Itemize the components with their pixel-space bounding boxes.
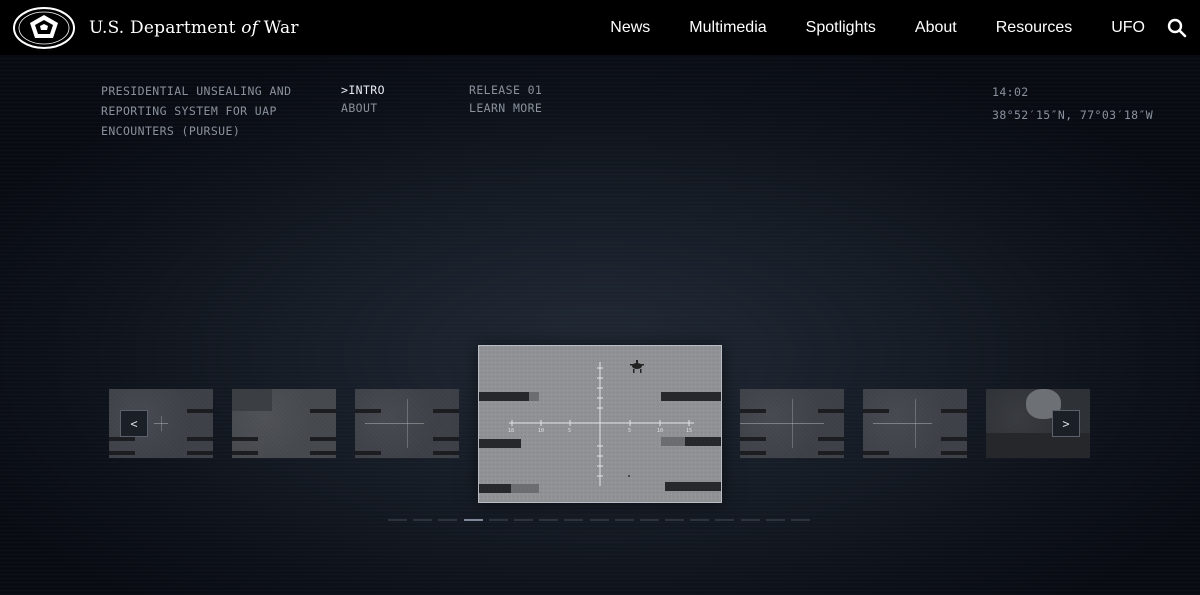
targeting-reticle: 18 10 5 5 10 15 [479,346,721,502]
reticle-label: 5 [568,428,571,434]
hero-menu-secondary: RELEASE 01 LEARN MORE [469,81,542,117]
carousel-dot[interactable] [513,519,533,521]
carousel-dot[interactable] [690,519,710,521]
carousel-dot[interactable] [715,519,735,521]
menu-about-link[interactable]: ABOUT [341,99,385,117]
menu-intro-link[interactable]: >INTRO [341,81,385,99]
nav-multimedia[interactable]: Multimedia [689,19,766,37]
carousel-dot[interactable] [740,519,760,521]
reticle-label: 18 [508,428,514,434]
carousel-dot[interactable] [388,519,407,521]
menu-release-link[interactable]: RELEASE 01 [469,81,542,99]
carousel-dot[interactable] [539,519,559,521]
carousel-dot[interactable] [791,519,810,521]
geo-coordinates: 38°52′15″N, 77°03′18″W [992,108,1154,122]
menu-learn-more-link[interactable]: LEARN MORE [469,99,542,117]
carousel-thumbnail[interactable] [232,389,336,458]
carousel-thumbnail[interactable] [740,389,844,458]
site-title: U.S. Department of War [89,17,299,38]
carousel-dot[interactable] [589,519,609,521]
hero-menu-primary: >INTRO ABOUT [341,81,385,117]
carousel-dot[interactable] [614,519,634,521]
carousel-dot[interactable] [488,519,508,521]
carousel-dot[interactable] [463,519,483,521]
carousel-featured-slide[interactable]: 18 10 5 5 10 15 [478,345,722,503]
nav-spotlights[interactable]: Spotlights [806,19,876,37]
clock-coordinates: 14:02 38°52′15″N, 77°03′18″W [992,81,1153,127]
nav-resources[interactable]: Resources [996,19,1072,37]
carousel-thumbnail[interactable] [355,389,459,458]
reticle-label: 10 [538,428,544,434]
program-title: PRESIDENTIAL UNSEALING AND REPORTING SYS… [101,84,292,138]
site-header: U.S. Department of War News Multimedia S… [0,0,1200,55]
carousel-prev-button[interactable]: < [120,410,148,437]
nav-news[interactable]: News [610,19,650,37]
nav-ufo[interactable]: UFO [1111,19,1145,37]
carousel-dot[interactable] [413,519,433,521]
carousel-dot[interactable] [438,519,458,521]
pursue-hero: PRESIDENTIAL UNSEALING AND REPORTING SYS… [0,55,1200,595]
pentagon-seal-icon [13,6,75,49]
reticle-label: 10 [657,428,663,434]
brand-logo-link[interactable]: U.S. Department of War [13,6,299,49]
carousel-dot[interactable] [765,519,785,521]
carousel-next-button[interactable]: > [1052,410,1080,437]
nav-about[interactable]: About [915,19,957,37]
carousel-thumbnail[interactable] [863,389,967,458]
carousel-dot[interactable] [665,519,685,521]
main-nav: News Multimedia Spotlights About Resourc… [571,0,1145,55]
carousel-pagination [388,519,816,521]
carousel-dot[interactable] [639,519,659,521]
clock-time: 14:02 [992,85,1029,99]
reticle-label: 15 [686,428,692,434]
reticle-label: 5 [628,428,631,434]
carousel-dot[interactable] [564,519,584,521]
search-icon[interactable] [1167,18,1187,38]
